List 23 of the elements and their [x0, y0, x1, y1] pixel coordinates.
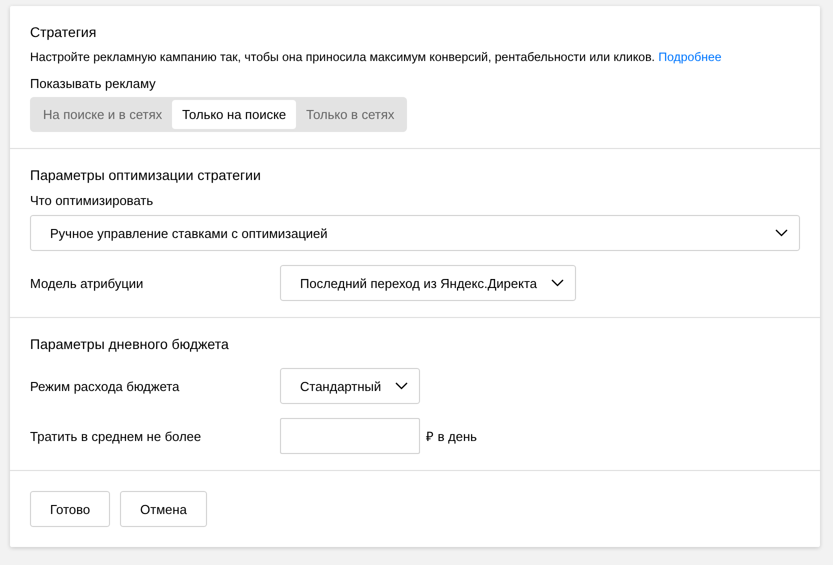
- field-label: Модель атрибуции: [30, 276, 144, 290]
- section-title: Параметры оптимизации стратегии: [30, 167, 262, 183]
- chevron-down-icon: [775, 229, 788, 237]
- chevron-down-icon: [551, 279, 564, 287]
- description-text: Настройте рекламную кампанию так, чтобы она приносила максимум конверсий, рентабельности или кликов. Подробнее: [30, 50, 723, 64]
- goal-dropdown[interactable]: Ручное управление ставками с оптимизацией: [30, 215, 800, 251]
- budget-input-field[interactable]: [280, 418, 420, 454]
- segment-tab[interactable]: Только в сетях: [296, 100, 404, 129]
- action-button[interactable]: Отмена: [120, 491, 207, 527]
- section-title: Параметры дневного бюджета: [30, 336, 230, 352]
- field-label: Режим расхода бюджета: [30, 378, 180, 394]
- currency-suffix: ₽ в день: [426, 428, 477, 445]
- segment-tab[interactable]: На поиске и в сетях: [33, 100, 172, 129]
- segment-tab[interactable]: Только на поиске: [172, 100, 296, 129]
- attribution-dropdown[interactable]: Последний переход из Яндекс.Директа: [280, 265, 576, 301]
- more-link[interactable]: Подробнее: [658, 50, 722, 64]
- section-title: Стратегия: [30, 24, 98, 40]
- action-button[interactable]: Готово: [30, 491, 110, 527]
- field-label: Тратить в среднем не более: [30, 428, 202, 444]
- budget-mode-dropdown[interactable]: Стандартный: [280, 368, 420, 404]
- field-label: Показывать рекламу: [30, 76, 157, 91]
- field-label: Что оптимизировать: [30, 193, 154, 208]
- chevron-down-icon: [395, 382, 408, 390]
